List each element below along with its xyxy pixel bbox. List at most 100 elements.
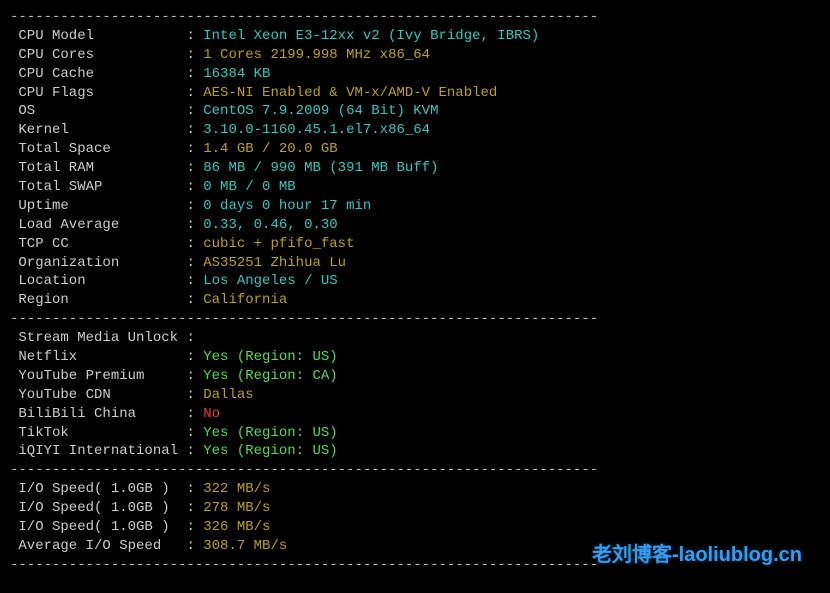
row-label: YouTube Premium <box>10 368 186 384</box>
sysinfo-row: Total Space : 1.4 GB / 20.0 GB <box>10 140 820 159</box>
sysinfo-row: Uptime : 0 days 0 hour 17 min <box>10 197 820 216</box>
row-label: Average I/O Speed <box>10 538 186 554</box>
row-label: Netflix <box>10 349 186 365</box>
stream-row: Netflix : Yes (Region: US) <box>10 348 820 367</box>
sysinfo-row: Location : Los Angeles / US <box>10 272 820 291</box>
row-value: 1.4 GB / 20.0 GB <box>203 141 337 157</box>
sysinfo-row: CPU Cache : 16384 KB <box>10 65 820 84</box>
row-label: CPU Flags <box>10 85 186 101</box>
row-value: California <box>203 292 287 308</box>
row-value: 326 MB/s <box>203 519 270 535</box>
row-colon: : <box>186 217 203 233</box>
row-value: 3.10.0-1160.45.1.el7.x86_64 <box>203 122 430 138</box>
sysinfo-row: CPU Flags : AES-NI Enabled & VM-x/AMD-V … <box>10 84 820 103</box>
row-value: cubic + pfifo_fast <box>203 236 354 252</box>
row-colon: : <box>186 179 203 195</box>
sysinfo-row: Kernel : 3.10.0-1160.45.1.el7.x86_64 <box>10 121 820 140</box>
row-colon: : <box>186 66 203 82</box>
row-label: Uptime <box>10 198 186 214</box>
row-colon: : <box>186 387 203 403</box>
row-label: BiliBili China <box>10 406 186 422</box>
row-colon: : <box>186 85 203 101</box>
row-colon: : <box>186 406 203 422</box>
row-label: Total SWAP <box>10 179 186 195</box>
stream-row: YouTube Premium : Yes (Region: CA) <box>10 367 820 386</box>
row-colon: : <box>186 103 203 119</box>
io-row: I/O Speed( 1.0GB ) : 322 MB/s <box>10 480 820 499</box>
row-colon: : <box>186 255 203 271</box>
row-value: 308.7 MB/s <box>203 538 287 554</box>
row-value: Dallas <box>203 387 253 403</box>
row-colon: : <box>186 236 203 252</box>
row-colon: : <box>186 47 203 63</box>
stream-row: TikTok : Yes (Region: US) <box>10 424 820 443</box>
row-label: Region <box>10 292 186 308</box>
row-value: 1 Cores 2199.998 MHz x86_64 <box>203 47 430 63</box>
io-row: I/O Speed( 1.0GB ) : 278 MB/s <box>10 499 820 518</box>
io-row: I/O Speed( 1.0GB ) : 326 MB/s <box>10 518 820 537</box>
row-colon: : <box>186 500 203 516</box>
row-colon: : <box>186 273 203 289</box>
row-value: 86 MB / 990 MB (391 MB Buff) <box>203 160 438 176</box>
divider-line: ----------------------------------------… <box>10 310 820 329</box>
row-label: Total RAM <box>10 160 186 176</box>
io-row: Average I/O Speed : 308.7 MB/s <box>10 537 820 556</box>
row-label: Location <box>10 273 186 289</box>
sysinfo-row: TCP CC : cubic + pfifo_fast <box>10 235 820 254</box>
stream-row: BiliBili China : No <box>10 405 820 424</box>
sysinfo-row: OS : CentOS 7.9.2009 (64 Bit) KVM <box>10 102 820 121</box>
row-value: Intel Xeon E3-12xx v2 (Ivy Bridge, IBRS) <box>203 28 539 44</box>
sysinfo-row: Total SWAP : 0 MB / 0 MB <box>10 178 820 197</box>
row-label: iQIYI International <box>10 443 186 459</box>
row-value: No <box>203 406 220 422</box>
row-value: 0 days 0 hour 17 min <box>203 198 371 214</box>
row-label: Kernel <box>10 122 186 138</box>
row-label: Total Space <box>10 141 186 157</box>
row-label: CPU Model <box>10 28 186 44</box>
row-value: 0 MB / 0 MB <box>203 179 295 195</box>
row-colon: : <box>186 122 203 138</box>
row-colon: : <box>186 443 203 459</box>
row-value: 322 MB/s <box>203 481 270 497</box>
row-colon: : <box>186 368 203 384</box>
row-value: 16384 KB <box>203 66 270 82</box>
row-value: Los Angeles / US <box>203 273 337 289</box>
row-label: YouTube CDN <box>10 387 186 403</box>
row-value: Yes (Region: US) <box>203 425 337 441</box>
divider-line: ----------------------------------------… <box>10 8 820 27</box>
row-value: Yes (Region: US) <box>203 443 337 459</box>
row-value: AS35251 Zhihua Lu <box>203 255 346 271</box>
row-colon: : <box>186 330 203 346</box>
divider-line: ----------------------------------------… <box>10 556 820 575</box>
sysinfo-row: CPU Cores : 1 Cores 2199.998 MHz x86_64 <box>10 46 820 65</box>
row-colon: : <box>186 28 203 44</box>
row-label: CPU Cache <box>10 66 186 82</box>
row-label: TikTok <box>10 425 186 441</box>
row-label: Organization <box>10 255 186 271</box>
row-colon: : <box>186 519 203 535</box>
row-label: Stream Media Unlock <box>10 330 186 346</box>
row-label: I/O Speed( 1.0GB ) <box>10 519 186 535</box>
stream-row: iQIYI International : Yes (Region: US) <box>10 442 820 461</box>
row-colon: : <box>186 425 203 441</box>
stream-header-row: Stream Media Unlock : <box>10 329 820 348</box>
row-colon: : <box>186 141 203 157</box>
row-label: I/O Speed( 1.0GB ) <box>10 500 186 516</box>
row-value: 0.33, 0.46, 0.30 <box>203 217 337 233</box>
row-colon: : <box>186 481 203 497</box>
stream-row: YouTube CDN : Dallas <box>10 386 820 405</box>
row-colon: : <box>186 538 203 554</box>
sysinfo-row: Organization : AS35251 Zhihua Lu <box>10 254 820 273</box>
row-label: Load Average <box>10 217 186 233</box>
row-value: Yes (Region: CA) <box>203 368 337 384</box>
terminal-output: ----------------------------------------… <box>10 8 820 575</box>
divider-line: ----------------------------------------… <box>10 461 820 480</box>
sysinfo-row: CPU Model : Intel Xeon E3-12xx v2 (Ivy B… <box>10 27 820 46</box>
row-label: TCP CC <box>10 236 186 252</box>
row-value: CentOS 7.9.2009 (64 Bit) KVM <box>203 103 438 119</box>
sysinfo-row: Region : California <box>10 291 820 310</box>
row-label: CPU Cores <box>10 47 186 63</box>
row-value: AES-NI Enabled & VM-x/AMD-V Enabled <box>203 85 497 101</box>
row-value: 278 MB/s <box>203 500 270 516</box>
row-colon: : <box>186 160 203 176</box>
